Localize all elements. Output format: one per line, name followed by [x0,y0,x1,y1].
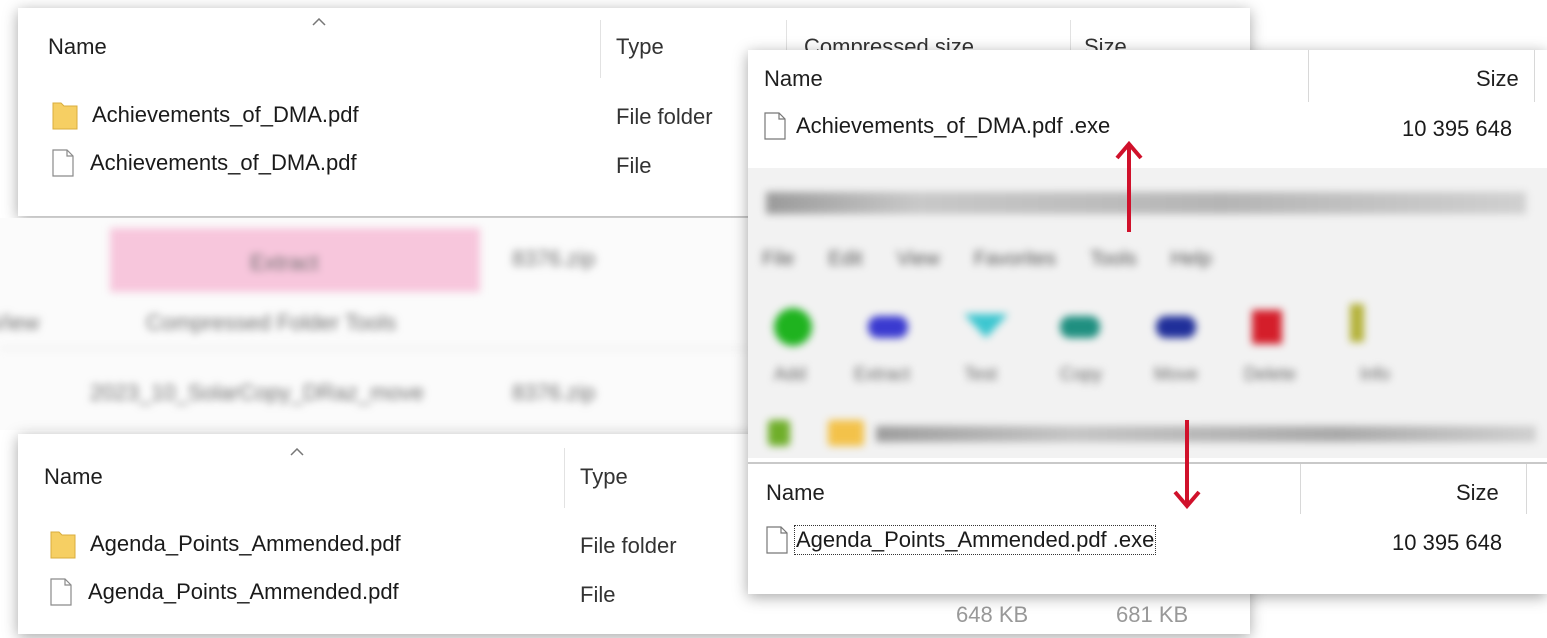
file-name: Achievements_of_DMA.pdf [92,102,359,127]
toolbar-label: Extract [854,364,911,384]
file-icon [766,526,788,554]
archive-list-item[interactable]: Agenda_Points_Ammended.pdf .exe [766,525,1157,555]
list-item[interactable]: Achievements_of_DMA.pdf [52,149,357,177]
archive-column-name[interactable]: Name [764,66,823,92]
archive-file-name: Agenda_Points_Ammended.pdf .exe [793,525,1157,555]
toolbar-label: Move [1154,364,1199,384]
archive-column-size[interactable]: Size [1476,66,1519,92]
file-icon [52,149,74,177]
uncompressed-size: 681 KB [1116,602,1189,627]
column-separator[interactable] [1308,50,1309,102]
compressed-size: 648 KB [956,602,1029,627]
column-header-type[interactable]: Type [616,34,664,60]
archiver-blurred-region: File Edit View Favorites Tools Help Add … [748,168,1547,458]
column-header-type[interactable]: Type [580,464,628,490]
archive-file-size: 10 395 648 [1392,530,1503,555]
archive-column-size[interactable]: Size [1456,480,1499,506]
file-icon [764,112,786,140]
column-separator[interactable] [564,448,565,508]
file-type: File folder [580,533,677,558]
sort-caret-icon [290,448,304,456]
ribbon-divider [0,348,760,349]
info-icon[interactable] [1350,304,1364,342]
delete-icon[interactable] [1252,310,1282,344]
view-tab[interactable]: View [0,310,39,336]
archiver-window: Name Size Achievements_of_DMA.pdf .exe 1… [748,50,1547,594]
column-header-name[interactable]: Name [48,34,107,60]
move-icon[interactable] [1156,316,1196,338]
blurred-content: Extract 8376.zip View Compressed Folder … [0,218,760,430]
blurred-explorer-ribbon: Extract 8376.zip View Compressed Folder … [0,218,760,430]
archiver-menu-bar: File Edit View Favorites Tools Help [762,248,1302,271]
toolbar-label: Test [964,364,998,384]
file-name: Agenda_Points_Ammended.pdf [88,579,399,604]
breadcrumb-end[interactable]: 8376.zip [512,380,595,406]
folder-icon [828,420,864,446]
file-type: File [616,153,652,178]
menu-item[interactable]: Tools [1090,248,1137,271]
folder-icon [50,531,76,559]
zip-name: 8376.zip [512,246,596,271]
archive-file-name: Achievements_of_DMA.pdf .exe [796,113,1111,138]
extract-icon[interactable] [868,316,908,338]
archiver-title-bar [766,192,1526,214]
archive-list-item[interactable]: Achievements_of_DMA.pdf .exe [764,112,1110,140]
archive-column-name[interactable]: Name [766,480,825,506]
archive-file-size: 10 395 648 [1402,116,1513,141]
column-separator[interactable] [1526,464,1527,514]
breadcrumb[interactable]: 2023_10_SolarCopy_DRaz_move [90,380,424,406]
toolbar-label: Info [1360,364,1391,384]
toolbar-label: Delete [1244,364,1297,384]
file-name: Achievements_of_DMA.pdf [90,150,357,175]
menu-item[interactable]: View [897,248,940,271]
file-icon [50,578,72,606]
archive-bottom-header [748,462,1547,514]
extract-tab-label: Extract [250,250,319,275]
list-item[interactable]: Agenda_Points_Ammended.pdf [50,529,401,559]
menu-item[interactable]: File [762,248,794,271]
file-type: File folder [616,104,713,129]
column-separator[interactable] [1300,464,1301,514]
compressed-folder-tools-tab[interactable]: Compressed Folder Tools [146,310,396,336]
list-item[interactable]: Agenda_Points_Ammended.pdf [50,578,399,606]
list-item[interactable]: Achievements_of_DMA.pdf [52,100,359,130]
menu-item[interactable]: Help [1171,248,1212,271]
menu-item[interactable]: Edit [828,248,862,271]
column-separator[interactable] [1534,50,1535,102]
menu-item[interactable]: Favorites [974,248,1056,271]
annotation-arrow-up [1115,140,1143,232]
column-header-name[interactable]: Name [44,464,103,490]
archiver-path-bar[interactable] [876,426,1536,442]
file-type: File [580,582,616,607]
column-separator[interactable] [600,20,601,78]
sort-caret-icon [312,18,326,26]
toolbar-label: Add [774,364,807,384]
copy-icon[interactable] [1060,316,1100,338]
add-icon[interactable] [774,308,812,346]
annotation-arrow-down [1173,420,1201,510]
test-icon[interactable] [964,314,1008,338]
file-name: Agenda_Points_Ammended.pdf [90,531,401,556]
toolbar-label: Copy [1060,364,1103,384]
folder-icon [52,102,78,130]
up-folder-icon[interactable] [768,420,790,446]
